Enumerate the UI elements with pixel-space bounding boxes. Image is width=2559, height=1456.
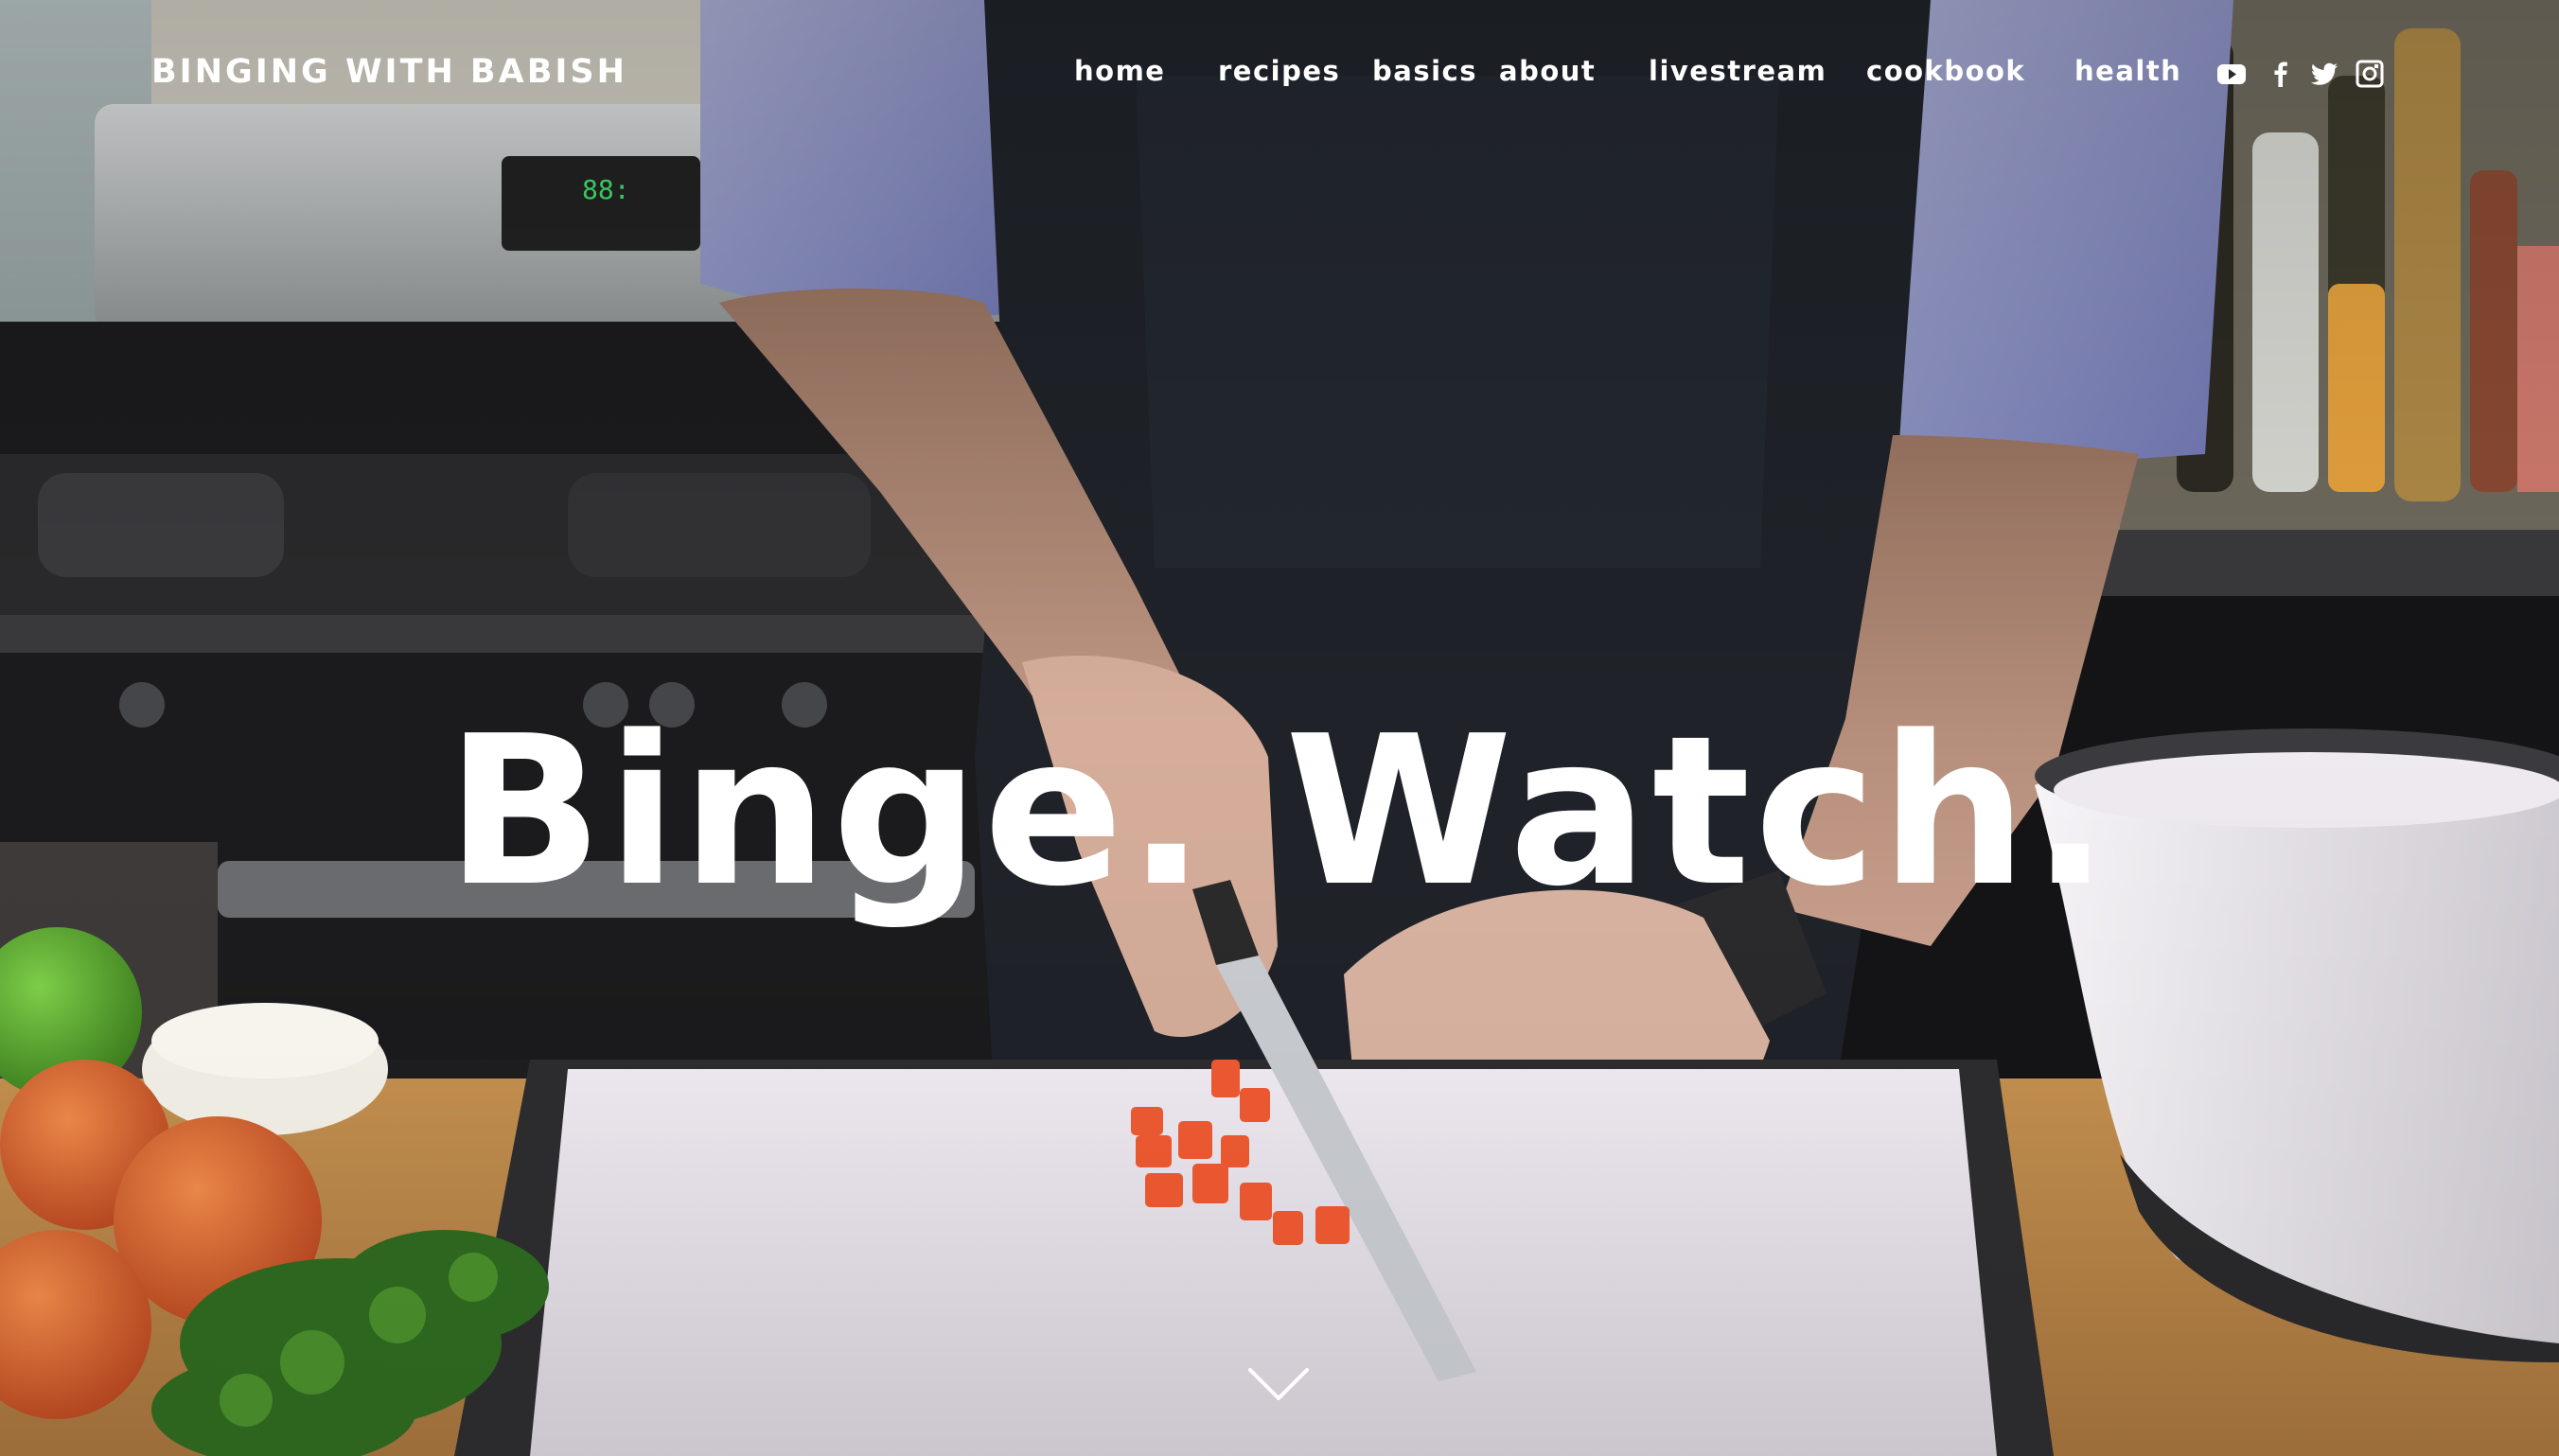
chevron-down-icon[interactable] <box>1247 1366 1310 1404</box>
nav-item-basics[interactable]: basics <box>1372 55 1477 87</box>
hero-headline: Binge. Watch. <box>446 693 2113 932</box>
nav-item-about[interactable]: about <box>1499 55 1596 87</box>
nav-item-health[interactable]: health <box>2074 55 2181 87</box>
site-header: BINGING WITH BABISH home recipes basics … <box>0 0 2559 151</box>
facebook-icon[interactable] <box>2266 59 2296 89</box>
nav-item-recipes[interactable]: recipes <box>1218 55 1340 87</box>
youtube-icon[interactable] <box>2216 59 2247 89</box>
twitter-icon[interactable] <box>2309 59 2339 89</box>
nav-item-livestream[interactable]: livestream <box>1649 55 1827 87</box>
nav-item-home[interactable]: home <box>1074 55 1165 87</box>
site-logo[interactable]: BINGING WITH BABISH <box>151 53 627 91</box>
instagram-icon[interactable] <box>2355 59 2385 89</box>
nav-item-cookbook[interactable]: cookbook <box>1866 55 2025 87</box>
